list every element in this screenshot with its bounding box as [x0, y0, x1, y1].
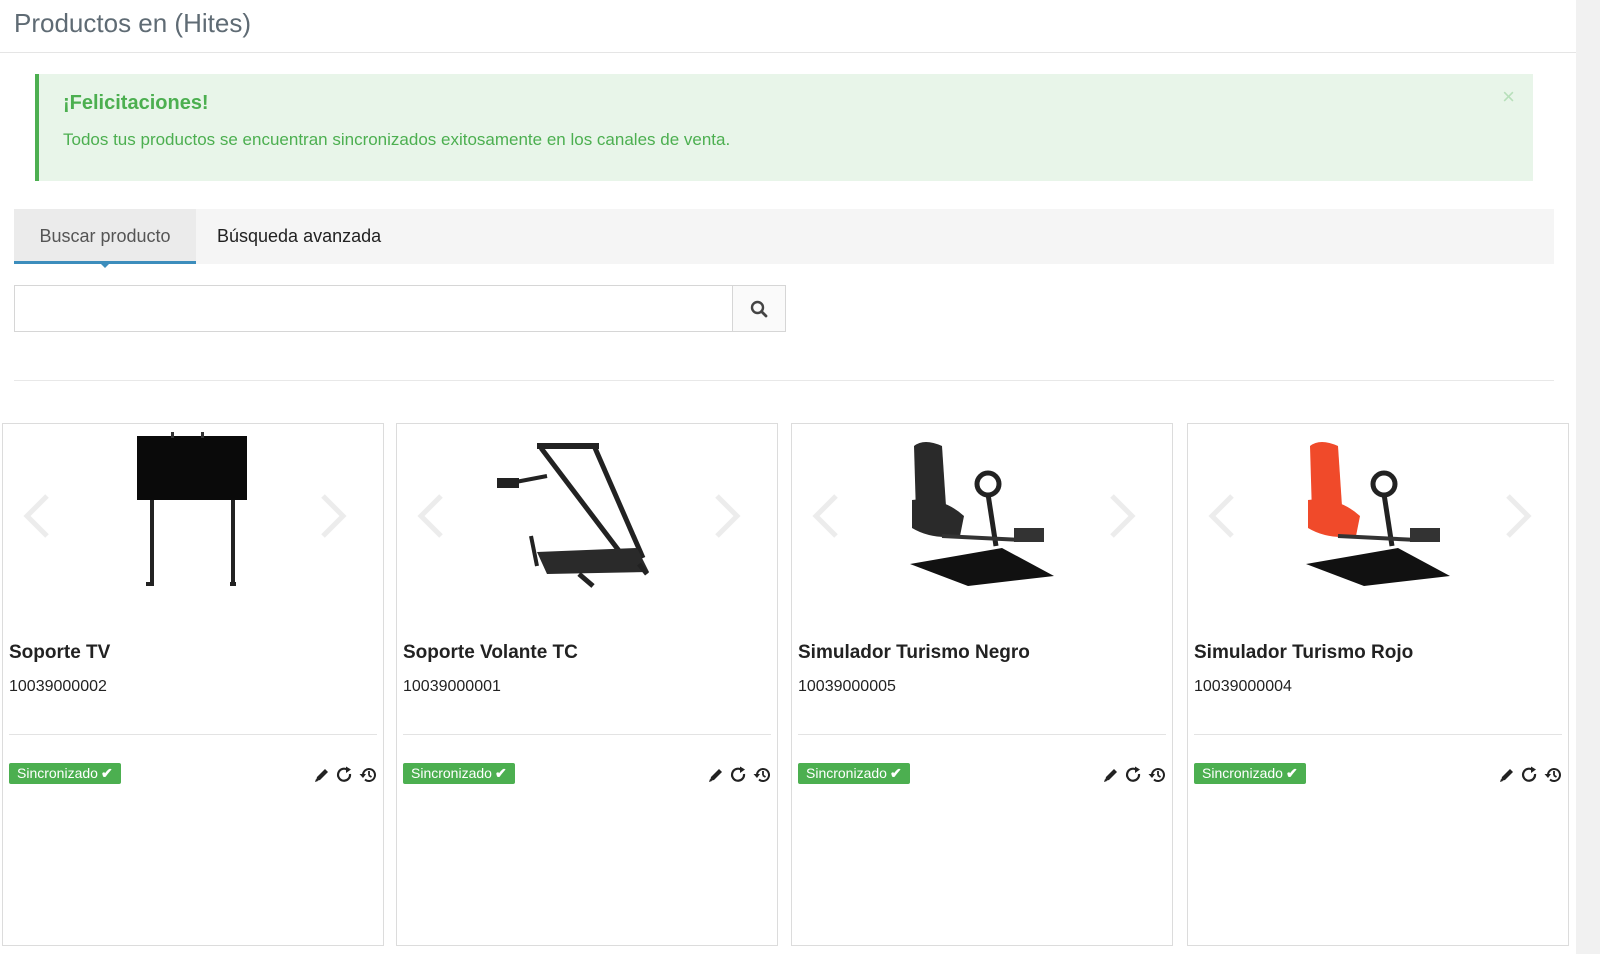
- carousel-next-icon[interactable]: [313, 486, 353, 546]
- card-actions: [312, 765, 377, 785]
- status-badge: Sincronizado ✔: [1194, 763, 1306, 784]
- pencil-icon: [1103, 769, 1117, 782]
- carousel-prev-icon[interactable]: [1202, 486, 1242, 546]
- search-icon: [750, 300, 768, 317]
- product-image: [3, 424, 383, 624]
- card-divider: [798, 734, 1166, 735]
- product-sku: 10039000004: [1194, 678, 1292, 695]
- status-badge: Sincronizado ✔: [798, 763, 910, 784]
- status-label: Sincronizado: [1202, 765, 1283, 781]
- tab-busqueda-avanzada[interactable]: Búsqueda avanzada: [217, 209, 381, 264]
- card-divider: [9, 734, 377, 735]
- history-icon: [1148, 768, 1165, 783]
- product-name[interactable]: Simulador Turismo Negro: [798, 642, 1030, 664]
- success-alert: ¡Felicitaciones! Todos tus productos se …: [35, 74, 1533, 181]
- carousel-next-icon[interactable]: [707, 486, 747, 546]
- tab-buscar-producto[interactable]: Buscar producto: [14, 209, 196, 268]
- check-icon: ✔: [889, 765, 902, 781]
- search-box: [14, 285, 786, 332]
- product-name[interactable]: Simulador Turismo Rojo: [1194, 642, 1413, 664]
- product-sku: 10039000005: [798, 678, 896, 695]
- pencil-icon: [314, 769, 328, 782]
- product-card: Soporte Volante TC 10039000001 Sincroniz…: [396, 423, 778, 946]
- product-card: Soporte TV 10039000002 Sincronizado ✔: [2, 423, 384, 946]
- edit-button[interactable]: [706, 765, 725, 785]
- card-actions: [706, 765, 771, 785]
- pencil-icon: [1499, 769, 1513, 782]
- carousel-next-icon[interactable]: [1498, 486, 1538, 546]
- sync-button[interactable]: [1124, 765, 1143, 785]
- sync-button[interactable]: [1520, 765, 1539, 785]
- sync-button[interactable]: [729, 765, 748, 785]
- status-label: Sincronizado: [411, 765, 492, 781]
- product-name[interactable]: Soporte Volante TC: [403, 642, 578, 664]
- history-button[interactable]: [752, 765, 771, 785]
- carousel-prev-icon[interactable]: [806, 486, 846, 546]
- scrollbar-track[interactable]: [1576, 0, 1600, 954]
- product-image: [1188, 424, 1568, 624]
- check-icon: ✔: [494, 765, 507, 781]
- history-icon: [1544, 768, 1561, 783]
- carousel-prev-icon[interactable]: [411, 486, 451, 546]
- history-button[interactable]: [1147, 765, 1166, 785]
- status-badge: Sincronizado ✔: [9, 763, 121, 784]
- history-icon: [753, 768, 770, 783]
- status-label: Sincronizado: [17, 765, 98, 781]
- page-title: Productos en (Hites): [14, 8, 251, 38]
- search-input[interactable]: [15, 286, 732, 331]
- search-tabs: Buscar producto Búsqueda avanzada: [14, 209, 1554, 268]
- product-sku: 10039000001: [403, 678, 501, 695]
- edit-button[interactable]: [1497, 765, 1516, 785]
- product-card: Simulador Turismo Negro 10039000005 Sinc…: [791, 423, 1173, 946]
- edit-button[interactable]: [312, 765, 331, 785]
- close-icon[interactable]: ×: [1502, 86, 1515, 108]
- refresh-icon: [1125, 766, 1140, 782]
- page-header: Productos en (Hites): [0, 0, 1576, 53]
- alert-message: Todos tus productos se encuentran sincro…: [63, 130, 731, 149]
- history-button[interactable]: [358, 765, 377, 785]
- status-badge: Sincronizado ✔: [403, 763, 515, 784]
- history-icon: [359, 768, 376, 783]
- card-actions: [1497, 765, 1562, 785]
- product-image: [792, 424, 1172, 624]
- pencil-icon: [708, 769, 722, 782]
- product-name[interactable]: Soporte TV: [9, 642, 110, 664]
- alert-title: ¡Felicitaciones!: [63, 92, 209, 114]
- card-divider: [1194, 734, 1562, 735]
- product-image: [397, 424, 777, 624]
- check-icon: ✔: [100, 765, 113, 781]
- edit-button[interactable]: [1101, 765, 1120, 785]
- carousel-next-icon[interactable]: [1102, 486, 1142, 546]
- search-button[interactable]: [732, 286, 785, 331]
- refresh-icon: [730, 766, 745, 782]
- card-divider: [403, 734, 771, 735]
- product-card: Simulador Turismo Rojo 10039000004 Sincr…: [1187, 423, 1569, 946]
- card-actions: [1101, 765, 1166, 785]
- history-button[interactable]: [1543, 765, 1562, 785]
- section-divider: [14, 380, 1554, 381]
- product-sku: 10039000002: [9, 678, 107, 695]
- check-icon: ✔: [1285, 765, 1298, 781]
- status-label: Sincronizado: [806, 765, 887, 781]
- sync-button[interactable]: [335, 765, 354, 785]
- refresh-icon: [1521, 766, 1536, 782]
- refresh-icon: [336, 766, 351, 782]
- carousel-prev-icon[interactable]: [17, 486, 57, 546]
